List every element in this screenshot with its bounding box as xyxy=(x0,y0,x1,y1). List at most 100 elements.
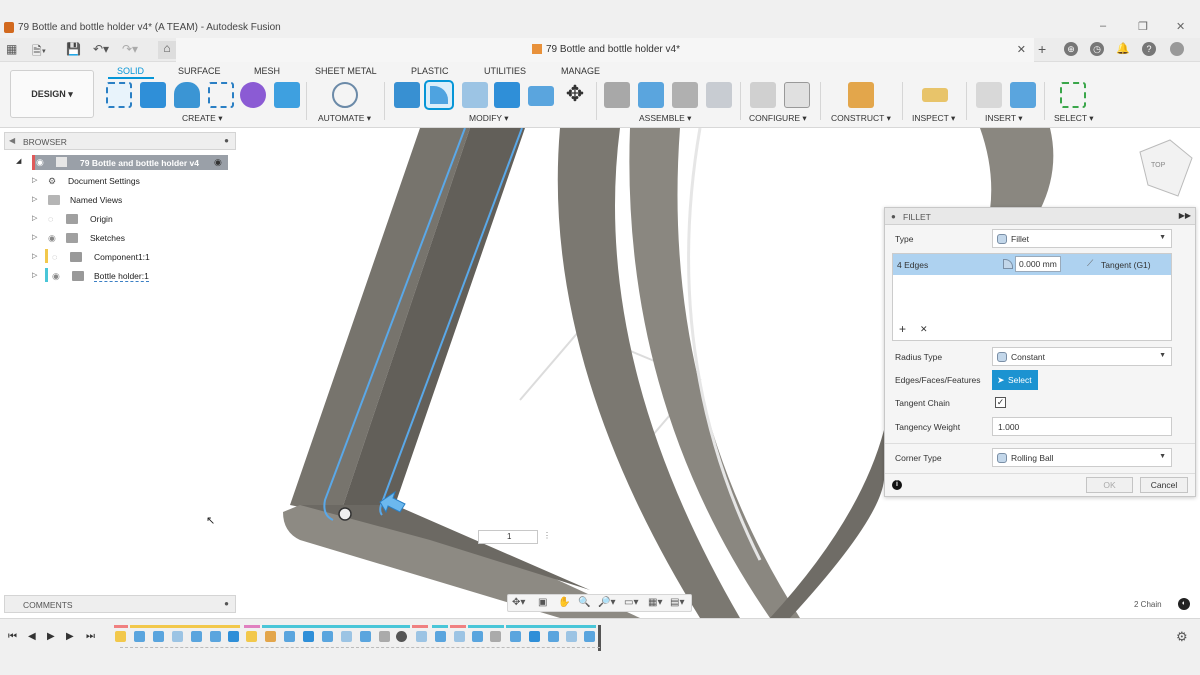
visibility-hidden-icon[interactable]: ◌ xyxy=(52,252,57,262)
timeline-feature[interactable] xyxy=(510,631,521,642)
assemble-menu[interactable]: ASSEMBLE ▾ xyxy=(639,113,691,124)
workspace-switcher[interactable]: DESIGN ▾ xyxy=(10,70,94,118)
browser-pin-icon[interactable]: ● xyxy=(224,136,229,145)
box-icon[interactable] xyxy=(274,82,300,108)
notifications-icon[interactable]: 🔔 xyxy=(1116,42,1130,56)
step-forward-icon[interactable]: ▶ xyxy=(66,631,74,642)
go-to-end-icon[interactable]: ⏭ xyxy=(86,631,95,642)
home-icon[interactable]: ⌂ xyxy=(158,41,176,59)
expand-icon[interactable]: ▷ xyxy=(32,252,37,260)
timeline-feature[interactable] xyxy=(284,631,295,642)
browser-item-sketches[interactable]: ▷ ◉ Sketches xyxy=(32,231,232,247)
viewcube-label[interactable]: TOP xyxy=(1151,162,1165,169)
insert-derive-icon[interactable] xyxy=(976,82,1002,108)
timeline-feature[interactable] xyxy=(134,631,145,642)
undo-icon[interactable]: ↶▾ xyxy=(93,42,109,56)
timeline-feature[interactable] xyxy=(172,631,183,642)
revolve-icon[interactable] xyxy=(174,82,200,108)
close-window-button[interactable]: ✕ xyxy=(1176,20,1185,33)
tab-surface[interactable]: SURFACE xyxy=(178,66,221,76)
expand-dialog-icon[interactable]: ▶▶ xyxy=(1179,211,1191,220)
timeline-feature[interactable] xyxy=(566,631,577,642)
edge-set-row[interactable]: 4 Edges 0.000 mm ⟋ Tangent (G1) xyxy=(893,254,1171,275)
timeline-feature[interactable] xyxy=(454,631,465,642)
modify-menu[interactable]: MODIFY ▾ xyxy=(469,113,509,124)
fillet-manipulator-handle[interactable] xyxy=(338,507,352,521)
measure-icon[interactable] xyxy=(922,88,948,102)
radius-type-dropdown[interactable]: Constant ▼ xyxy=(992,347,1172,366)
expand-icon[interactable]: ▷ xyxy=(32,214,37,222)
input-options-icon[interactable]: ⋮ xyxy=(543,531,551,540)
select-edges-button[interactable]: ➤ Select xyxy=(992,370,1038,390)
chamfer-icon[interactable] xyxy=(462,82,488,108)
configure-icon[interactable] xyxy=(750,82,776,108)
timeline-feature[interactable] xyxy=(303,631,314,642)
automate-icon[interactable] xyxy=(332,82,358,108)
new-component-icon[interactable] xyxy=(604,82,630,108)
expand-icon[interactable]: ▷ xyxy=(32,233,37,241)
status-info-icon[interactable]: ◐ xyxy=(1178,598,1190,610)
new-tab-icon[interactable]: + xyxy=(1038,41,1046,57)
timeline-feature[interactable] xyxy=(548,631,559,642)
tab-plastic[interactable]: PLASTIC xyxy=(411,66,449,76)
create-sketch-icon[interactable] xyxy=(106,82,132,108)
job-status-icon[interactable]: ◷ xyxy=(1090,42,1104,56)
extensions-icon[interactable]: ⊕ xyxy=(1064,42,1078,56)
timeline-feature[interactable] xyxy=(529,631,540,642)
as-built-joint-icon[interactable] xyxy=(672,82,698,108)
joint-icon[interactable] xyxy=(638,82,664,108)
remove-edge-set-icon[interactable]: ✕ xyxy=(920,324,928,335)
extrude-icon[interactable] xyxy=(140,82,166,108)
configure-menu[interactable]: CONFIGURE ▾ xyxy=(749,113,807,124)
help-icon[interactable]: ? xyxy=(1142,42,1156,56)
user-avatar[interactable] xyxy=(1170,42,1184,56)
combine-icon[interactable] xyxy=(494,82,520,108)
construct-menu[interactable]: CONSTRUCT ▾ xyxy=(831,113,891,124)
orbit-icon[interactable]: ✥▾ xyxy=(512,597,525,608)
display-settings-icon[interactable]: ▭▾ xyxy=(624,597,638,608)
form-icon[interactable] xyxy=(240,82,266,108)
collapse-browser-icon[interactable]: ◀ xyxy=(9,136,15,145)
timeline-feature[interactable] xyxy=(416,631,427,642)
timeline-feature[interactable] xyxy=(322,631,333,642)
tab-manage[interactable]: MANAGE xyxy=(561,66,600,76)
tangent-chain-checkbox[interactable]: ✓ xyxy=(995,397,1006,408)
offset-face-icon[interactable] xyxy=(528,86,554,106)
close-tab-icon[interactable]: ✕ xyxy=(1017,43,1026,56)
timeline-feature[interactable] xyxy=(360,631,371,642)
create-menu[interactable]: CREATE ▾ xyxy=(182,113,222,124)
browser-item-component1[interactable]: ▷ ◌ Component1:1 xyxy=(32,250,232,266)
comments-pin-icon[interactable]: ● xyxy=(224,599,229,608)
timeline-feature[interactable] xyxy=(265,631,276,642)
minimize-button[interactable]: – xyxy=(1100,20,1106,32)
document-tab[interactable]: 79 Bottle and bottle holder v4* ✕ xyxy=(176,38,1034,62)
timeline-feature[interactable] xyxy=(396,631,407,642)
timeline-settings-gear-icon[interactable]: ⚙ xyxy=(1176,629,1188,645)
grid-icon[interactable]: ▦▾ xyxy=(648,597,662,608)
play-icon[interactable]: ▶ xyxy=(47,631,55,642)
step-back-icon[interactable]: ◀ xyxy=(28,631,36,642)
pan-icon[interactable]: ✋ xyxy=(558,597,570,608)
viewports-icon[interactable]: ▤▾ xyxy=(670,597,684,608)
radius-input[interactable]: 0.000 mm xyxy=(1015,256,1061,272)
visibility-eye-icon[interactable]: ◉ xyxy=(48,233,56,244)
timeline-feature[interactable] xyxy=(115,631,126,642)
browser-root-node[interactable]: ◉ 79 Bottle and bottle holder v4 ◉ xyxy=(32,155,228,170)
press-pull-icon[interactable] xyxy=(394,82,420,108)
move-icon[interactable]: ✥ xyxy=(562,82,588,108)
browser-item-named-views[interactable]: ▷ Named Views xyxy=(32,193,232,209)
sweep-icon[interactable] xyxy=(208,82,234,108)
fillet-icon[interactable] xyxy=(424,80,454,110)
automate-menu[interactable]: AUTOMATE ▾ xyxy=(318,113,371,124)
timeline-feature[interactable] xyxy=(210,631,221,642)
inspect-menu[interactable]: INSPECT ▾ xyxy=(912,113,955,124)
file-menu-icon[interactable]: 🗎▾ xyxy=(32,42,46,63)
viewcube[interactable] xyxy=(1139,139,1193,197)
go-to-start-icon[interactable]: ⏮ xyxy=(8,631,17,642)
fillet-dialog-header[interactable]: ● FILLET ▶▶ xyxy=(885,208,1195,225)
restore-button[interactable]: ❐ xyxy=(1138,20,1148,33)
comments-panel-header[interactable]: COMMENTS ● xyxy=(4,595,236,613)
corner-type-dropdown[interactable]: Rolling Ball ▼ xyxy=(992,448,1172,467)
timeline-feature[interactable] xyxy=(341,631,352,642)
timeline-feature[interactable] xyxy=(153,631,164,642)
